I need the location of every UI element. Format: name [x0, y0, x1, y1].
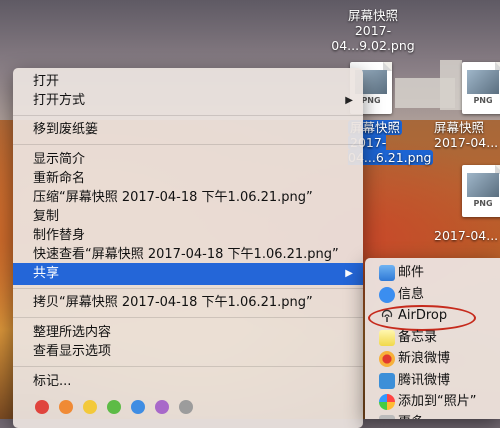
png-file-icon[interactable]: PNG	[462, 165, 500, 217]
file-ext-label: PNG	[473, 96, 493, 105]
share-item-mail[interactable]: 邮件	[365, 261, 500, 285]
tag-red[interactable]	[35, 400, 49, 414]
share-item-weibo[interactable]: 新浪微博	[365, 347, 500, 371]
notes-icon	[379, 330, 395, 346]
submenu-arrow-icon: ▶	[345, 95, 353, 106]
tag-yellow[interactable]	[83, 400, 97, 414]
tag-purple[interactable]	[155, 400, 169, 414]
more-icon	[379, 415, 395, 419]
tag-orange[interactable]	[59, 400, 73, 414]
file-context-menu: 打开 打开方式 ▶ 移到废纸篓 显示简介 重新命名 压缩“屏幕快照 2017-0…	[13, 68, 363, 428]
tencent-weibo-icon	[379, 373, 395, 389]
png-file-icon[interactable]: PNG	[462, 62, 500, 114]
file-name-line2: 2017-04...	[434, 135, 499, 150]
photos-icon	[379, 394, 395, 410]
menu-separator	[13, 288, 363, 289]
wallpaper-tower	[440, 60, 462, 110]
menu-separator	[13, 144, 363, 145]
share-item-more[interactable]: 更多	[365, 411, 500, 419]
file-name-line1: 屏幕快照	[434, 120, 485, 135]
share-item-airdrop[interactable]: AirDrop	[365, 304, 500, 331]
menu-separator	[13, 366, 363, 367]
menu-item-share[interactable]: 共享 ▶	[13, 263, 363, 285]
tag-green[interactable]	[107, 400, 121, 414]
file-name-line1: 屏幕快照	[347, 8, 398, 23]
desktop-file-1[interactable]: 屏幕快照 2017-04...9.02.png	[328, 8, 418, 53]
weibo-icon	[379, 351, 395, 367]
messages-icon	[379, 287, 395, 303]
menu-item-copy[interactable]: 拷贝“屏幕快照 2017-04-18 下午1.06.21.png”	[13, 292, 363, 314]
menu-item-move-to-trash[interactable]: 移到废纸篓	[13, 119, 363, 141]
mail-icon	[379, 265, 395, 281]
airdrop-icon	[379, 308, 395, 324]
menu-item-show-view-options[interactable]: 查看显示选项	[13, 341, 363, 363]
menu-item-tags[interactable]: 标记...	[13, 371, 363, 393]
tag-gray[interactable]	[179, 400, 193, 414]
file-name-line2: 2017-04...9.02.png	[331, 23, 415, 53]
menu-item-open-with[interactable]: 打开方式 ▶	[13, 90, 363, 112]
menu-separator	[13, 317, 363, 318]
menu-separator	[13, 115, 363, 116]
file-name-line2: 2017-04...	[434, 228, 499, 243]
submenu-arrow-icon: ▶	[345, 268, 353, 279]
file-ext-label: PNG	[473, 199, 493, 208]
share-submenu: 邮件 信息 AirDrop 备忘录 新浪微博 腾讯微博 添加到“照片” 更多	[365, 258, 500, 419]
tag-blue[interactable]	[131, 400, 145, 414]
